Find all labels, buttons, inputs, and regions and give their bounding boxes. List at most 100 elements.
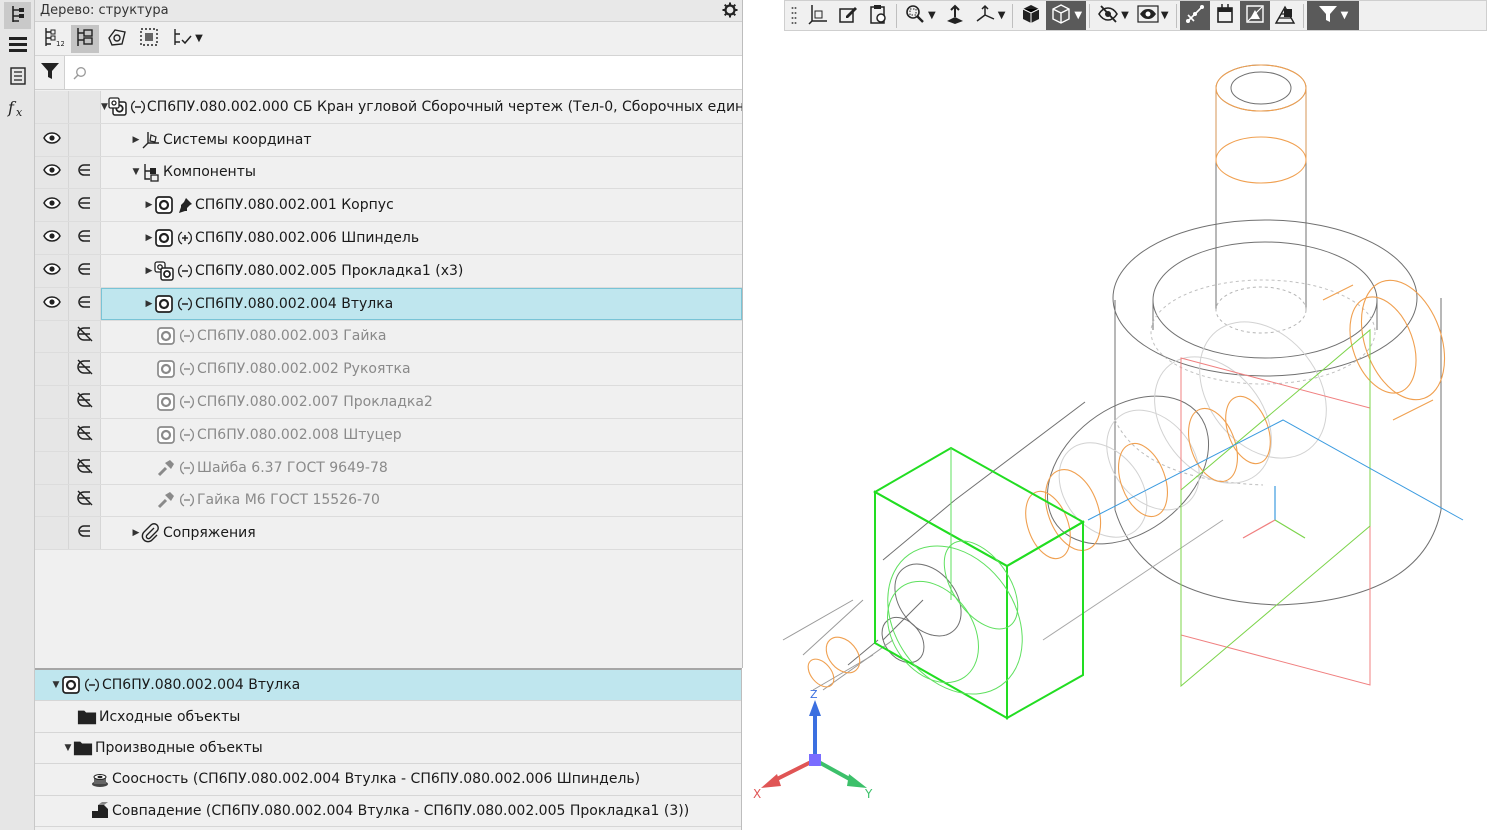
include-cell[interactable]: [69, 222, 101, 254]
tree-options-dropdown[interactable]: ▼: [167, 25, 207, 53]
model-scene[interactable]: Z X Y: [743, 0, 1487, 830]
include-cell[interactable]: [69, 451, 101, 484]
gear-icon[interactable]: [722, 2, 738, 22]
tree-row-component[interactable]: ▶ СП6ПУ.080.002.006 Шпиндель: [35, 222, 742, 255]
selection-view-button[interactable]: [135, 25, 163, 53]
tree-row-component-excluded[interactable]: СП6ПУ.080.002.007 Прокладка2: [35, 386, 742, 419]
objects-view-icon: [106, 26, 128, 52]
orientation-dropdown[interactable]: ▼: [970, 1, 1010, 30]
include-cell[interactable]: [69, 418, 101, 451]
section-view-button[interactable]: [1210, 1, 1240, 30]
include-cell[interactable]: [69, 320, 101, 353]
include-cell[interactable]: [69, 353, 101, 386]
include-cell[interactable]: [69, 517, 101, 550]
expand-arrow-icon[interactable]: ▶: [144, 233, 154, 243]
tree-row-component[interactable]: ▶ СП6ПУ.080.002.001 Корпус: [35, 189, 742, 223]
visibility-mode-dropdown[interactable]: ▼: [1133, 1, 1173, 30]
expand-arrow-icon[interactable]: ▶: [144, 299, 154, 309]
relations-selected-row[interactable]: ▼ СП6ПУ.080.002.004 Втулка: [35, 670, 741, 702]
visibility-cell[interactable]: [35, 320, 69, 353]
normal-to-button[interactable]: [940, 1, 970, 30]
visibility-cell[interactable]: [35, 451, 69, 484]
appearance-button[interactable]: [1239, 1, 1270, 30]
clipboard-button[interactable]: [863, 1, 893, 30]
relations-derived-row[interactable]: ▼ Производные объекты: [35, 733, 741, 765]
include-cell[interactable]: [69, 386, 101, 418]
collapse-arrow-icon[interactable]: ▼: [131, 167, 141, 177]
tree-row-standard-excluded[interactable]: Гайка М6 ГОСТ 15526-70: [35, 484, 742, 518]
structure-view-button[interactable]: [71, 24, 99, 53]
expand-arrow-icon[interactable]: ▶: [131, 135, 141, 145]
include-cell[interactable]: [69, 189, 101, 222]
include-cell[interactable]: [69, 254, 101, 287]
expand-arrow-icon[interactable]: ▶: [144, 266, 154, 276]
build-order-button[interactable]: 12: [39, 25, 67, 53]
include-cell[interactable]: [69, 484, 101, 517]
visibility-cell[interactable]: [35, 123, 69, 156]
structure-tree-panel: Дерево: структура 12 ▼ ▼ СП6ПУ.080.002.0…: [35, 0, 743, 668]
expand-arrow-icon[interactable]: ▶: [131, 528, 141, 538]
tree-row-component[interactable]: ▶ СП6ПУ.080.002.005 Прокладка1 (х3): [35, 254, 742, 288]
tree-row-components[interactable]: ▼ Компоненты: [35, 156, 742, 190]
hide-dropdown[interactable]: ▼: [1093, 1, 1133, 30]
expand-arrow-icon[interactable]: ▶: [144, 200, 154, 210]
component-label: СП6ПУ.080.002.001 Корпус: [195, 197, 394, 214]
relations-source-row[interactable]: Исходные объекты: [35, 701, 741, 733]
visibility-cell[interactable]: [35, 386, 69, 418]
collapse-arrow-icon[interactable]: ▼: [101, 102, 108, 112]
sketch-button[interactable]: [833, 1, 863, 30]
component-label: Шайба 6.37 ГОСТ 9649-78: [197, 459, 388, 476]
visibility-cell[interactable]: [35, 287, 69, 320]
wireframe-cube-icon: [1050, 3, 1072, 29]
appearance-icon: [1244, 3, 1266, 29]
tree-row-mates[interactable]: ▶ Сопряжения: [35, 517, 742, 551]
visibility-cell[interactable]: [35, 517, 69, 550]
tree-root-label: СП6ПУ.080.002.000 СБ Кран угловой Сбороч…: [146, 98, 742, 115]
visibility-cell[interactable]: [35, 484, 69, 517]
tree-row-standard-excluded[interactable]: Шайба 6.37 ГОСТ 9649-78: [35, 451, 742, 485]
variables-button[interactable]: fx: [4, 96, 31, 123]
tree-row-coords[interactable]: ▶ Системы координат: [35, 123, 742, 157]
visibility-cell[interactable]: [35, 222, 69, 254]
status-minus-icon: [178, 425, 196, 445]
objects-view-button[interactable]: [103, 25, 131, 53]
collapse-arrow-icon[interactable]: ▼: [63, 743, 73, 753]
tree-panel-toggle[interactable]: [4, 2, 31, 29]
shaded-display-button[interactable]: [1016, 1, 1046, 30]
include-cell[interactable]: [69, 156, 101, 189]
tree-row-component-selected[interactable]: ▶ СП6ПУ.080.002.004 Втулка: [35, 287, 742, 321]
3d-viewport[interactable]: Z X Y ▼ ▼ ▼ ▼ ▼ ▼: [743, 0, 1487, 830]
visibility-cell[interactable]: [35, 91, 69, 123]
tree-row-component-excluded[interactable]: СП6ПУ.080.002.003 Гайка: [35, 320, 742, 354]
chevron-down-icon: ▼: [195, 33, 203, 44]
relation-item-concentric[interactable]: Соосность (СП6ПУ.080.002.004 Втулка - СП…: [35, 764, 741, 796]
perspective-button[interactable]: [1270, 1, 1300, 30]
include-cell[interactable]: [69, 287, 101, 320]
relation-item-coincident[interactable]: Совпадение (СП6ПУ.080.002.004 Втулка - С…: [35, 796, 741, 827]
visibility-cell[interactable]: [35, 353, 69, 386]
tree-row-root[interactable]: ▼ СП6ПУ.080.002.000 СБ Кран угловой Сбор…: [35, 91, 742, 124]
visibility-cell[interactable]: [35, 418, 69, 451]
tree-structure-icon: [74, 26, 96, 52]
collapse-arrow-icon[interactable]: ▼: [51, 680, 61, 690]
filter-button[interactable]: [35, 56, 65, 89]
excluded-icon: [76, 458, 94, 478]
selection-filter-dropdown[interactable]: ▼: [1306, 1, 1359, 30]
zoom-dropdown[interactable]: ▼: [900, 1, 940, 30]
wireframe-display-dropdown[interactable]: ▼: [1046, 1, 1087, 30]
chevron-down-icon: ▼: [1160, 10, 1169, 21]
include-cell[interactable]: [69, 91, 101, 123]
menu-button[interactable]: [4, 32, 31, 59]
tree-row-component-excluded[interactable]: СП6ПУ.080.002.008 Штуцер: [35, 418, 742, 452]
constraints-display-button[interactable]: [1179, 1, 1210, 30]
tree-row-component-excluded[interactable]: СП6ПУ.080.002.002 Рукоятка: [35, 353, 742, 387]
coordinate-system-button[interactable]: [803, 1, 833, 30]
visibility-cell[interactable]: [35, 189, 69, 222]
include-cell[interactable]: [69, 123, 101, 156]
toolbar-grip[interactable]: [785, 1, 803, 30]
visibility-cell[interactable]: [35, 254, 69, 287]
properties-button[interactable]: [4, 64, 31, 91]
visibility-cell[interactable]: [35, 156, 69, 189]
coordinate-system-icon: [141, 130, 161, 150]
search-input[interactable]: [91, 57, 742, 88]
